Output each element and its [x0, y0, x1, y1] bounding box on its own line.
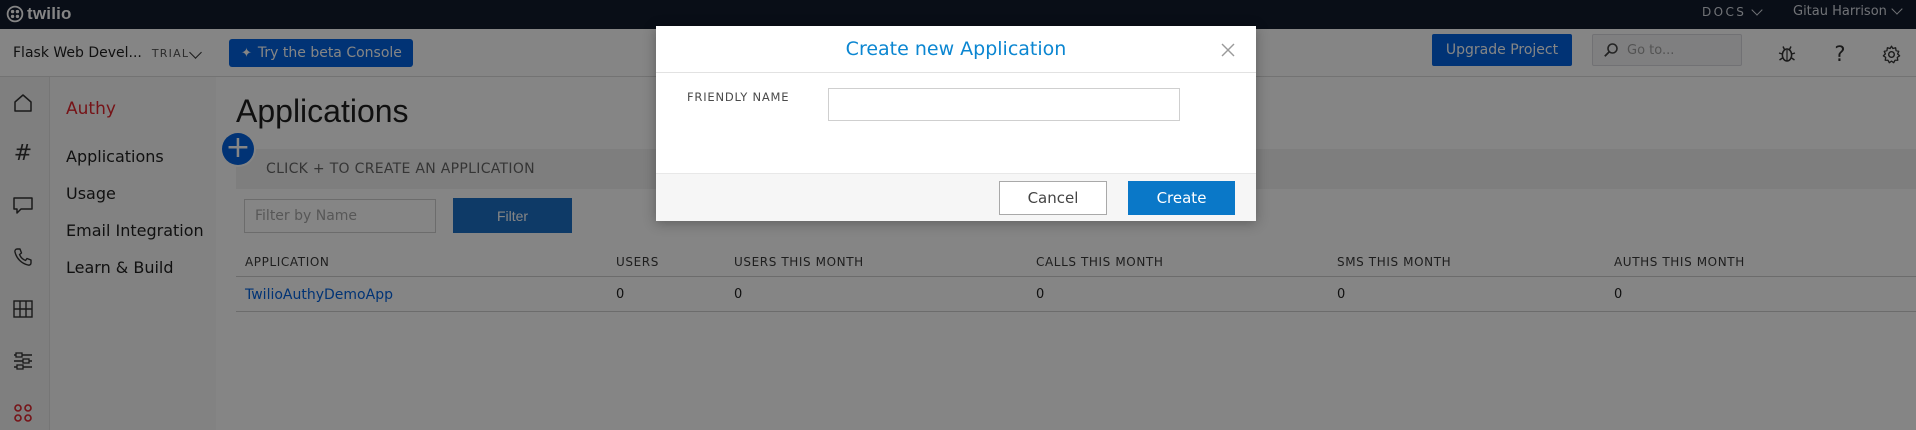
cancel-button[interactable]: Cancel	[999, 181, 1107, 215]
dialog-title: Create new Application	[845, 38, 1067, 60]
create-application-dialog: Create new Application FRIENDLY NAME Can…	[656, 26, 1256, 221]
friendly-name-input[interactable]	[828, 88, 1180, 121]
friendly-name-label: FRIENDLY NAME	[687, 90, 790, 104]
dialog-divider	[656, 72, 1256, 73]
create-button[interactable]: Create	[1128, 181, 1235, 215]
dialog-footer: Cancel Create	[656, 173, 1256, 221]
close-icon[interactable]	[1218, 40, 1238, 60]
